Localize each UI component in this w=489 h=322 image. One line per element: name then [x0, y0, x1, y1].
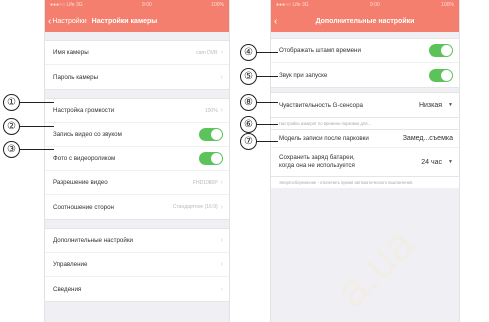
settings-group-camera: Имя камеры cam DVR › Пароль камеры ›: [45, 40, 229, 90]
battery-hint: Энергосбережение - отключить время автом…: [271, 177, 459, 188]
row-label: Модель записи после парковки: [279, 135, 369, 142]
startup-sound-toggle[interactable]: [429, 68, 453, 82]
camera-settings-screen: ●●●○○ Life 3G 9:00 100% ‹ Настройки Наст…: [44, 0, 230, 322]
camera-name-row[interactable]: Имя камеры cam DVR ›: [45, 41, 229, 65]
page-title: Настройки камеры: [91, 18, 158, 25]
advanced-settings-row[interactable]: Дополнительные настройки ›: [45, 229, 229, 253]
info-row[interactable]: Сведения ›: [45, 277, 229, 301]
video-resolution-row[interactable]: Разрешение видео FHD1080P ›: [45, 171, 229, 195]
photo-with-video-toggle[interactable]: [199, 152, 223, 165]
row-label: Чувствительность G-сенсора: [279, 101, 363, 109]
callout-1: ①: [3, 94, 20, 111]
row-label: Имя камеры: [53, 49, 89, 56]
row-label: Сведения: [53, 285, 82, 293]
row-value: Стандартное (16:9): [172, 204, 218, 210]
callout-6: ⑥: [240, 116, 257, 133]
battery-save-value: 24 час: [421, 158, 443, 166]
row-label-line1: Сохранить заряд батареи,: [279, 154, 355, 161]
row-label: Запись видео со звуком: [53, 131, 122, 138]
back-chevron-icon[interactable]: ‹: [48, 16, 51, 27]
page-title: Дополнительные настройки: [315, 18, 415, 25]
row-label: Пароль камеры: [53, 73, 99, 81]
chevron-right-icon: ›: [220, 285, 223, 293]
battery-label: 100%: [441, 2, 454, 8]
status-bar: ●●●○○ Life 3G 9:00 100%: [45, 0, 229, 11]
carrier-label: ●●●○○ Life 3G: [50, 2, 83, 8]
clock-label: 9:00: [142, 2, 152, 8]
settings-group-recording: Настройка громкости 100% › Запись видео с…: [45, 98, 229, 220]
battery-save-row[interactable]: Сохранить заряд батареи, когда она не ис…: [271, 148, 459, 176]
row-label: Настройка громкости: [53, 107, 115, 114]
aspect-ratio-row[interactable]: Соотношение сторон Стандартное (16:9) ›: [45, 195, 229, 219]
battery-label: 100%: [211, 2, 224, 8]
chevron-right-icon: ›: [220, 107, 223, 114]
chevron-right-icon: ›: [220, 49, 223, 56]
callout-5: ⑤: [240, 68, 257, 85]
startup-sound-row: Звук при запуске: [271, 63, 459, 87]
callout-7: ⑦: [240, 133, 257, 150]
advanced-settings-screen: ●●●○○ Life 3G 9:00 100% ‹ Дополнительные…: [270, 0, 460, 322]
callout-3: ③: [3, 141, 20, 158]
settings-group-sensor: Чувствительность G-сенсора Низкая ▼: [271, 92, 459, 118]
carrier-label: ●●●○○ Life 3G: [276, 2, 309, 8]
chevron-right-icon: ›: [220, 73, 223, 81]
settings-group-parking: Модель записи после парковки Замед...съе…: [271, 129, 459, 177]
status-bar: ●●●○○ Life 3G 9:00 100%: [271, 0, 459, 11]
nav-bar: ●●●○○ Life 3G 9:00 100% ‹ Дополнительные…: [271, 0, 459, 32]
callout-8: ⑧: [240, 94, 257, 111]
back-button[interactable]: Настройки: [52, 18, 86, 25]
row-label-line2: когда она не используется: [279, 162, 355, 169]
callout-2: ②: [3, 118, 20, 135]
row-value: FHD1080P: [192, 179, 218, 186]
row-label: Управление: [53, 261, 88, 268]
gsensor-row[interactable]: Чувствительность G-сенсора Низкая ▼: [271, 93, 459, 117]
row-label: Дополнительные настройки: [53, 237, 133, 244]
chevron-right-icon: ›: [220, 179, 223, 186]
camera-password-row[interactable]: Пароль камеры ›: [45, 65, 229, 89]
record-audio-toggle[interactable]: [199, 128, 223, 141]
record-audio-row: Запись видео со звуком: [45, 123, 229, 147]
settings-group-display: Отображать штамп времени Звук при запуск…: [271, 38, 459, 88]
row-label: Соотношение сторон: [53, 203, 114, 211]
chevron-right-icon: ›: [220, 237, 223, 244]
caret-down-icon: ▼: [448, 102, 453, 108]
parking-mode-row[interactable]: Модель записи после парковки Замед...съе…: [271, 130, 459, 148]
chevron-right-icon: ›: [220, 203, 223, 211]
volume-row[interactable]: Настройка громкости 100% ›: [45, 99, 229, 123]
photo-with-video-row: Фото с видеороликом: [45, 147, 229, 171]
callout-4: ④: [240, 44, 257, 61]
chevron-right-icon: ›: [220, 261, 223, 268]
row-value: cam DVR: [196, 49, 218, 56]
settings-group-more: Дополнительные настройки › Управление › …: [45, 228, 229, 302]
caret-down-icon: ▼: [448, 159, 453, 165]
clock-label: 9:00: [370, 2, 380, 8]
gsensor-value: Низкая: [418, 101, 443, 109]
parking-mode-value: Замед...съемка: [402, 135, 453, 142]
parking-hint: Настройка измерит по времени парковки дл…: [271, 118, 459, 129]
nav-bar: ●●●○○ Life 3G 9:00 100% ‹ Настройки Наст…: [45, 0, 229, 32]
timestamp-toggle[interactable]: [429, 44, 453, 57]
row-value: 100%: [204, 107, 218, 114]
row-label: Разрешение видео: [53, 179, 108, 186]
row-label: Фото с видеороликом: [53, 155, 116, 162]
management-row[interactable]: Управление ›: [45, 253, 229, 277]
row-label: Звук при запуске: [279, 71, 328, 79]
timestamp-row: Отображать штамп времени: [271, 39, 459, 63]
row-label: Отображать штамп времени: [279, 47, 361, 54]
